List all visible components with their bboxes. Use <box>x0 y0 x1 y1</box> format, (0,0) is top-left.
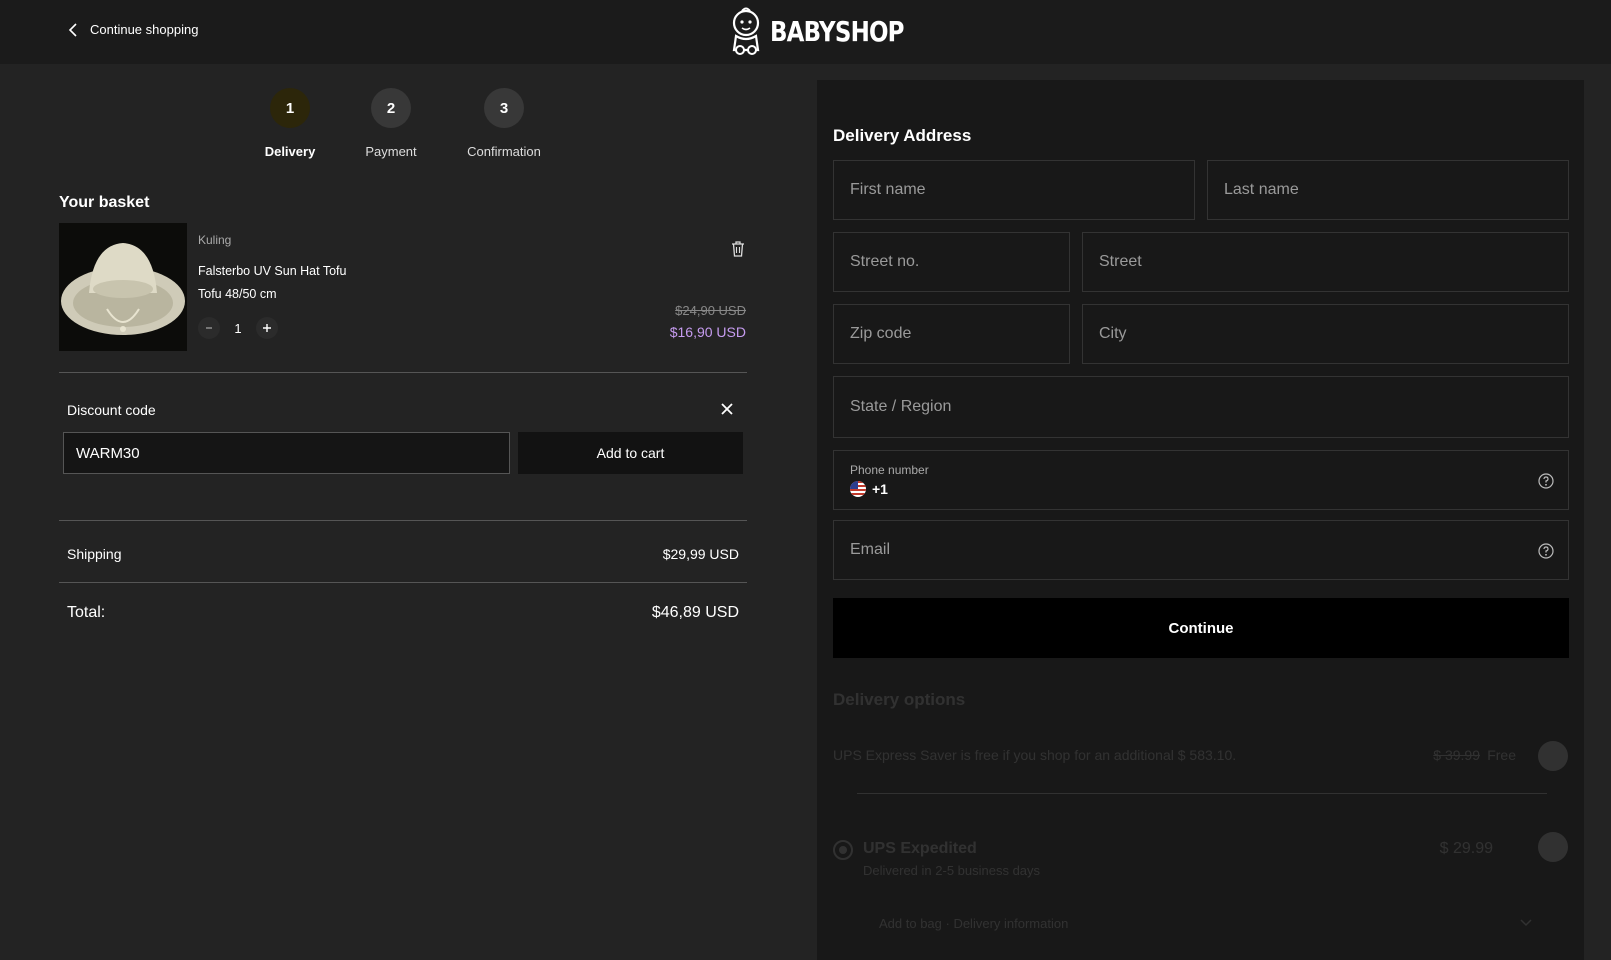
street-no-field[interactable]: Street no. <box>833 232 1070 292</box>
discount-code-label: Discount code <box>67 402 156 418</box>
original-price: $24,90 USD <box>675 303 746 318</box>
divider <box>59 582 747 583</box>
minus-icon <box>206 327 212 329</box>
step-label: Confirmation <box>467 144 541 159</box>
last-name-field[interactable]: Last name <box>1207 160 1569 220</box>
free-shipping-note: UPS Express Saver is free if you shop fo… <box>833 747 1237 763</box>
phone-country-selector[interactable]: +1 <box>850 481 888 497</box>
street-field[interactable]: Street <box>1082 232 1569 292</box>
babyshop-logo[interactable]: BABYSHOP <box>728 6 933 56</box>
carrier-logo-icon <box>1538 741 1568 771</box>
carrier-logo-icon <box>1538 832 1568 862</box>
chevron-left-icon <box>68 22 77 37</box>
divider <box>59 520 747 521</box>
state-region-field[interactable]: State / Region <box>833 376 1569 438</box>
email-field[interactable]: Email <box>833 520 1569 580</box>
checkout-steps: 1 Delivery 2 Payment 3 Confirmation <box>0 88 817 168</box>
city-placeholder: City <box>1099 325 1127 342</box>
step-number: 1 <box>270 88 310 128</box>
basket-title: Your basket <box>59 194 150 211</box>
total-label: Total: <box>67 604 106 621</box>
chevron-down-icon[interactable] <box>1520 918 1532 928</box>
sun-hat-image <box>59 223 187 351</box>
plus-icon <box>263 324 271 332</box>
sale-price: $16,90 USD <box>669 324 746 340</box>
close-icon[interactable] <box>720 402 734 416</box>
phone-number-label: Phone number <box>850 463 929 477</box>
street-placeholder: Street <box>1099 253 1142 270</box>
ups-expedited-price: $ 29.99 <box>1439 840 1493 857</box>
total-value: $46,89 USD <box>651 604 739 621</box>
step-number: 2 <box>371 88 411 128</box>
divider <box>59 372 747 373</box>
help-icon[interactable] <box>1538 473 1554 489</box>
ups-more-info[interactable]: Add to bag · Delivery information <box>879 916 1068 931</box>
free-option-label: Free <box>1487 747 1516 763</box>
decrease-quantity-button[interactable] <box>198 317 220 339</box>
city-field[interactable]: City <box>1082 304 1569 364</box>
basket-panel: 1 Delivery 2 Payment 3 Confirmation Your… <box>0 64 817 960</box>
increase-quantity-button[interactable] <box>256 317 278 339</box>
first-name-placeholder: First name <box>850 181 926 198</box>
phone-number-field[interactable]: Phone number +1 <box>833 450 1569 510</box>
zip-code-placeholder: Zip code <box>850 325 912 342</box>
quantity-value: 1 <box>234 320 242 336</box>
top-bar: Continue shopping BABYSHOP <box>0 0 1611 64</box>
divider <box>857 793 1547 794</box>
continue-button[interactable]: Continue <box>833 598 1569 658</box>
quantity-stepper: 1 <box>198 317 278 339</box>
delivery-address-title: Delivery Address <box>833 126 972 145</box>
apply-discount-button[interactable]: Add to cart <box>518 432 743 474</box>
step-payment[interactable]: 2 Payment <box>331 88 451 159</box>
continue-shopping-link[interactable]: Continue shopping <box>68 22 198 37</box>
product-brand: Kuling <box>198 233 232 247</box>
step-number: 3 <box>484 88 524 128</box>
ups-expedited-eta: Delivered in 2-5 business days <box>863 863 1041 878</box>
delivery-options-title: Delivery options <box>833 690 966 709</box>
continue-shopping-label: Continue shopping <box>90 22 199 37</box>
free-option-original-price: $ 39.99 <box>1433 747 1480 763</box>
shipping-value: $29,99 USD <box>662 546 739 562</box>
trash-icon[interactable] <box>731 241 745 257</box>
email-placeholder: Email <box>850 541 891 558</box>
street-no-placeholder: Street no. <box>850 253 920 270</box>
logo-text: BABYSHOP <box>770 14 905 48</box>
last-name-placeholder: Last name <box>1224 181 1299 198</box>
zip-code-field[interactable]: Zip code <box>833 304 1070 364</box>
help-icon[interactable] <box>1538 543 1554 559</box>
baby-logo-icon <box>732 7 760 55</box>
phone-prefix: +1 <box>872 481 888 497</box>
step-confirmation[interactable]: 3 Confirmation <box>444 88 564 159</box>
state-region-placeholder: State / Region <box>850 398 952 415</box>
ups-expedited-radio[interactable] <box>833 840 853 860</box>
product-image[interactable] <box>59 223 187 351</box>
us-flag-icon <box>850 481 866 497</box>
step-label: Delivery <box>264 144 316 159</box>
product-variant: Tofu 48/50 cm <box>198 287 277 301</box>
step-label: Payment <box>365 144 417 159</box>
delivery-form-panel: Delivery Address First name Last name St… <box>817 80 1584 960</box>
first-name-field[interactable]: First name <box>833 160 1195 220</box>
ups-expedited-name: UPS Expedited <box>863 840 977 857</box>
discount-code-input[interactable] <box>63 432 510 474</box>
shipping-label: Shipping <box>67 546 122 562</box>
product-name[interactable]: Falsterbo UV Sun Hat Tofu <box>198 264 346 278</box>
